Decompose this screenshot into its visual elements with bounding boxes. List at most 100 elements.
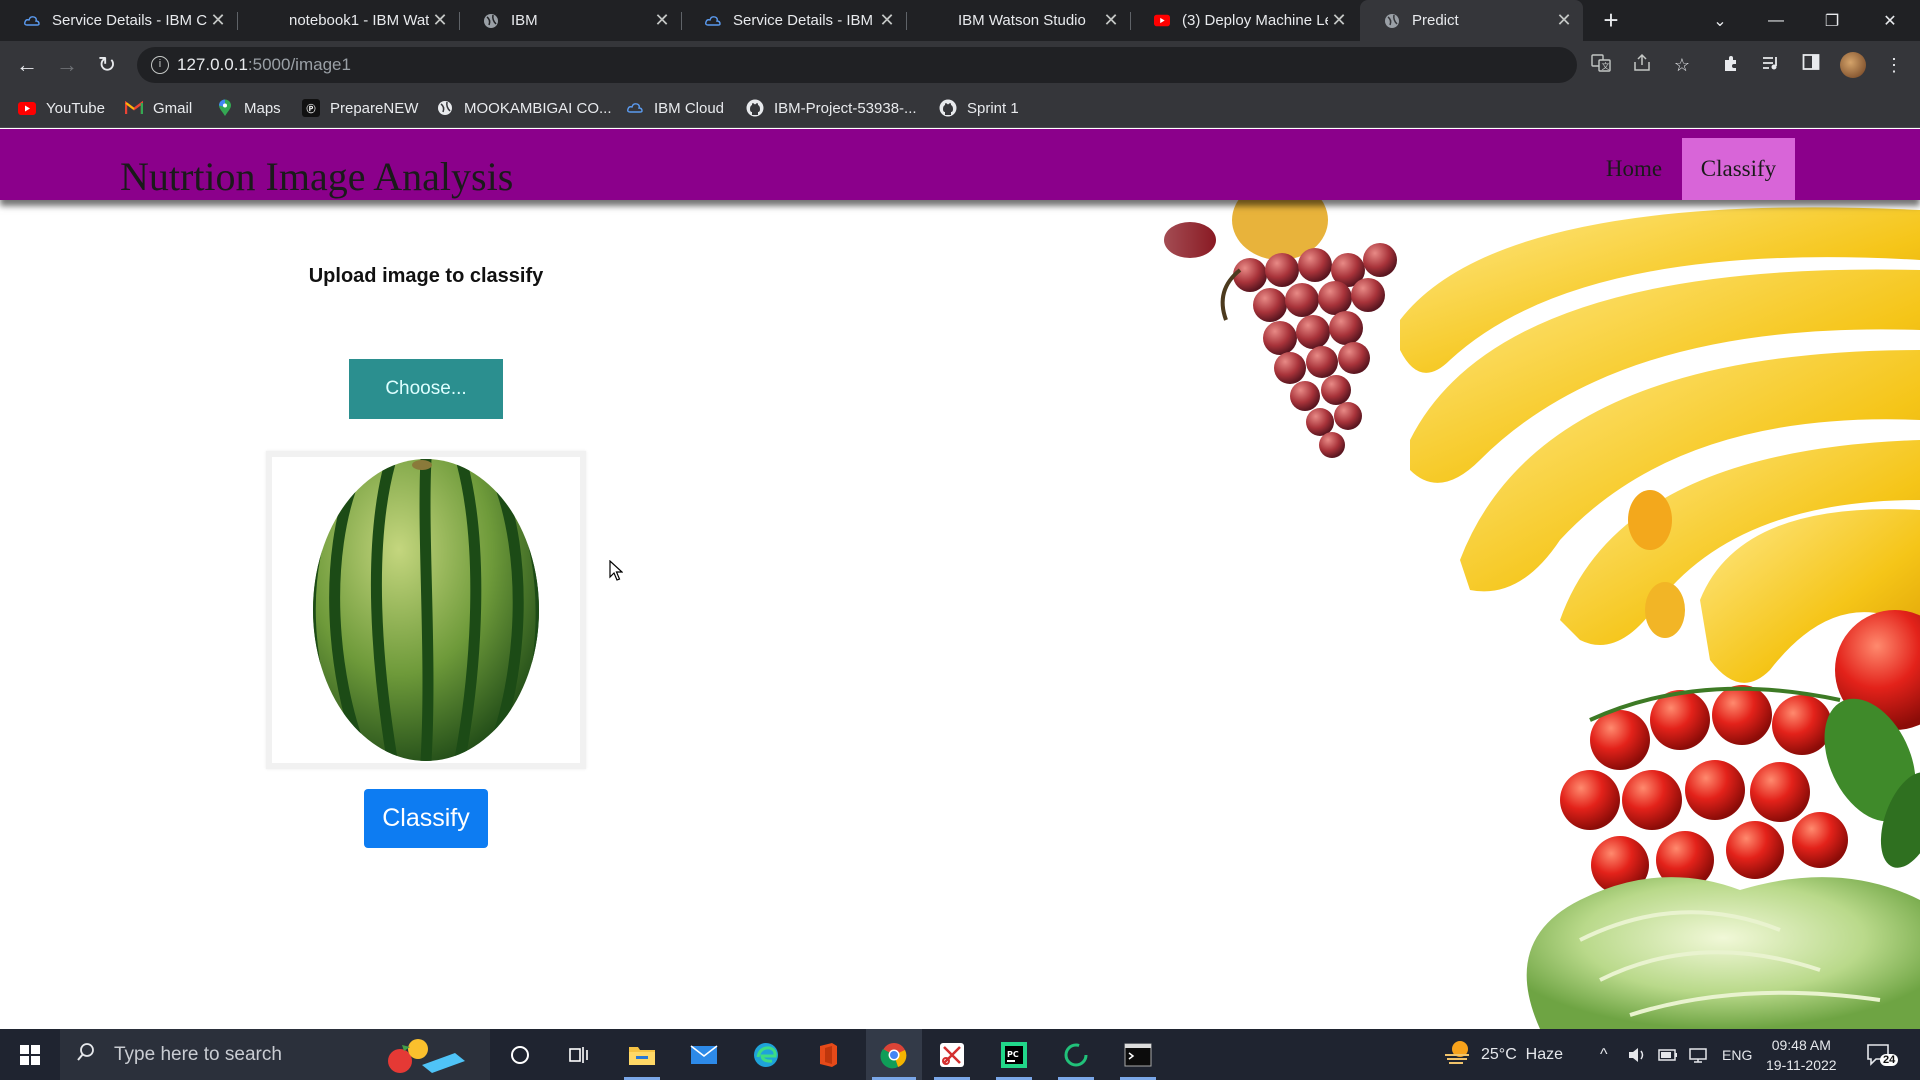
reload-icon[interactable]: ↻ <box>93 51 121 79</box>
browser-tab-strip: Service Details - IBM C ✕ notebook1 - IB… <box>0 0 1920 41</box>
task-view-icon[interactable] <box>555 1029 603 1080</box>
restore-icon[interactable]: ❐ <box>1804 0 1860 41</box>
github-icon <box>746 99 764 117</box>
chrome-icon[interactable] <box>866 1029 922 1080</box>
battery-icon[interactable] <box>1658 1029 1678 1080</box>
weather-haze-icon <box>1443 1039 1473 1070</box>
close-tab-icon[interactable]: ✕ <box>1328 10 1350 31</box>
edge-browser-icon[interactable] <box>742 1029 790 1080</box>
translate-icon[interactable]: 文 <box>1589 53 1613 77</box>
loading-app-icon[interactable] <box>1052 1029 1100 1080</box>
svg-text:PC: PC <box>1007 1050 1019 1059</box>
network-icon[interactable] <box>1688 1029 1708 1080</box>
url-path: :5000/image1 <box>247 55 351 74</box>
tab-predict[interactable]: Predict ✕ <box>1360 0 1583 41</box>
globe-icon <box>483 13 499 29</box>
notification-center-icon[interactable]: 24 <box>1866 1029 1899 1080</box>
bookmark-star-icon[interactable]: ☆ <box>1670 53 1694 77</box>
profile-avatar[interactable] <box>1840 52 1866 78</box>
bookmark-mookambigai[interactable]: MOOKAMBIGAI CO... <box>436 89 612 127</box>
site-info-icon[interactable]: i <box>151 56 169 74</box>
svg-text:文: 文 <box>1602 61 1610 71</box>
tab-notebook1[interactable]: notebook1 - IBM Wat ✕ <box>237 0 460 41</box>
tab-service-details-1[interactable]: Service Details - IBM C ✕ <box>0 0 238 41</box>
bookmark-ibm-project[interactable]: IBM-Project-53938-... <box>746 89 917 127</box>
pycharm-icon[interactable]: PC <box>990 1029 1038 1080</box>
github-icon <box>939 99 957 117</box>
cortana-icon[interactable] <box>496 1029 544 1080</box>
mouse-cursor-icon <box>609 560 623 581</box>
weather-widget[interactable]: 25°C Haze <box>1443 1029 1563 1080</box>
clock-time: 09:48 AM <box>1771 1036 1831 1053</box>
globe-icon <box>436 99 454 117</box>
bookmarks-bar: YouTube Gmail Maps Ⓟ PrepareNEW MOOKAMBI… <box>0 89 1920 128</box>
back-icon[interactable]: ← <box>13 51 41 79</box>
bookmark-ibm-cloud[interactable]: IBM Cloud <box>626 89 724 127</box>
mail-icon[interactable] <box>680 1029 728 1080</box>
close-window-icon[interactable]: ✕ <box>1862 0 1918 41</box>
minimize-icon[interactable]: — <box>1748 0 1804 41</box>
media-control-icon[interactable] <box>1759 53 1783 77</box>
volume-icon[interactable] <box>1628 1029 1646 1080</box>
terminal-icon[interactable] <box>1114 1029 1162 1080</box>
tab-ibm[interactable]: IBM ✕ <box>459 0 682 41</box>
windows-taskbar: Type here to search PC 25°C Haze ^ ENG 0… <box>0 1029 1920 1080</box>
search-highlight-icon <box>380 1035 470 1080</box>
share-icon[interactable] <box>1630 53 1654 77</box>
youtube-icon <box>18 99 36 117</box>
nav-classify[interactable]: Classify <box>1682 138 1795 200</box>
forward-icon[interactable]: → <box>53 51 81 79</box>
ibm-cloud-icon <box>705 13 721 29</box>
close-tab-icon[interactable]: ✕ <box>429 10 451 31</box>
browser-toolbar: ← → ↻ i 127.0.0.1:5000/image1 文 ☆ ⋮ <box>0 41 1920 89</box>
choose-file-button[interactable]: Choose... <box>349 359 503 419</box>
close-tab-icon[interactable]: ✕ <box>876 10 898 31</box>
maps-icon <box>216 99 234 117</box>
clock[interactable]: 09:48 AM 19-11-2022 <box>1766 1029 1837 1080</box>
new-tab-button[interactable]: + <box>1598 7 1624 34</box>
upload-heading: Upload image to classify <box>308 265 544 287</box>
close-tab-icon[interactable]: ✕ <box>651 10 673 31</box>
file-explorer-icon[interactable] <box>618 1029 666 1080</box>
globe-icon <box>1384 13 1400 29</box>
search-placeholder: Type here to search <box>114 1043 282 1065</box>
gmail-icon <box>125 99 143 117</box>
bookmark-maps[interactable]: Maps <box>216 89 281 127</box>
watermelon-preview-image <box>313 459 539 761</box>
snipping-tool-icon[interactable] <box>928 1029 976 1080</box>
language-indicator[interactable]: ENG <box>1722 1029 1752 1080</box>
show-hidden-icons[interactable]: ^ <box>1600 1029 1608 1080</box>
classify-button[interactable]: Classify <box>364 789 488 848</box>
chrome-menu-icon[interactable]: ⋮ <box>1882 53 1906 77</box>
url-host: 127.0.0.1 <box>177 55 248 74</box>
address-bar[interactable]: i 127.0.0.1:5000/image1 <box>137 47 1577 83</box>
ibm-cloud-icon <box>626 99 644 117</box>
tab-ibm-watson-studio[interactable]: IBM Watson Studio ✕ <box>906 0 1131 41</box>
tab-service-details-2[interactable]: Service Details - IBM C ✕ <box>681 0 907 41</box>
windows-start-icon[interactable] <box>0 1029 60 1080</box>
search-icon <box>76 1042 96 1067</box>
bookmark-preparenew[interactable]: Ⓟ PrepareNEW <box>302 89 418 127</box>
bookmark-gmail[interactable]: Gmail <box>125 89 192 127</box>
notification-count-badge: 24 <box>1880 1054 1899 1066</box>
tab-deploy-machine[interactable]: (3) Deploy Machine Le ✕ <box>1130 0 1358 41</box>
side-panel-icon[interactable] <box>1799 53 1823 77</box>
office-icon[interactable] <box>804 1029 852 1080</box>
web-page: Nutrtion Image Analysis Home Classify Up… <box>0 129 1920 1029</box>
youtube-icon <box>1154 13 1170 29</box>
image-preview <box>266 451 586 769</box>
tab-search-icon[interactable]: ⌄ <box>1692 0 1748 41</box>
clock-date: 19-11-2022 <box>1766 1056 1837 1073</box>
fruit-vegetable-background <box>980 200 1920 1029</box>
preparenew-icon: Ⓟ <box>302 99 320 117</box>
bookmark-youtube[interactable]: YouTube <box>18 89 105 127</box>
site-navbar: Nutrtion Image Analysis Home Classify <box>0 129 1920 200</box>
close-tab-icon[interactable]: ✕ <box>1553 10 1575 31</box>
site-brand[interactable]: Nutrtion Image Analysis <box>120 153 513 200</box>
extensions-icon[interactable] <box>1719 53 1743 77</box>
close-tab-icon[interactable]: ✕ <box>1100 10 1122 31</box>
close-tab-icon[interactable]: ✕ <box>207 10 229 31</box>
taskbar-search-box[interactable]: Type here to search <box>60 1029 490 1080</box>
nav-home[interactable]: Home <box>1590 138 1678 200</box>
bookmark-sprint-1[interactable]: Sprint 1 <box>939 89 1019 127</box>
